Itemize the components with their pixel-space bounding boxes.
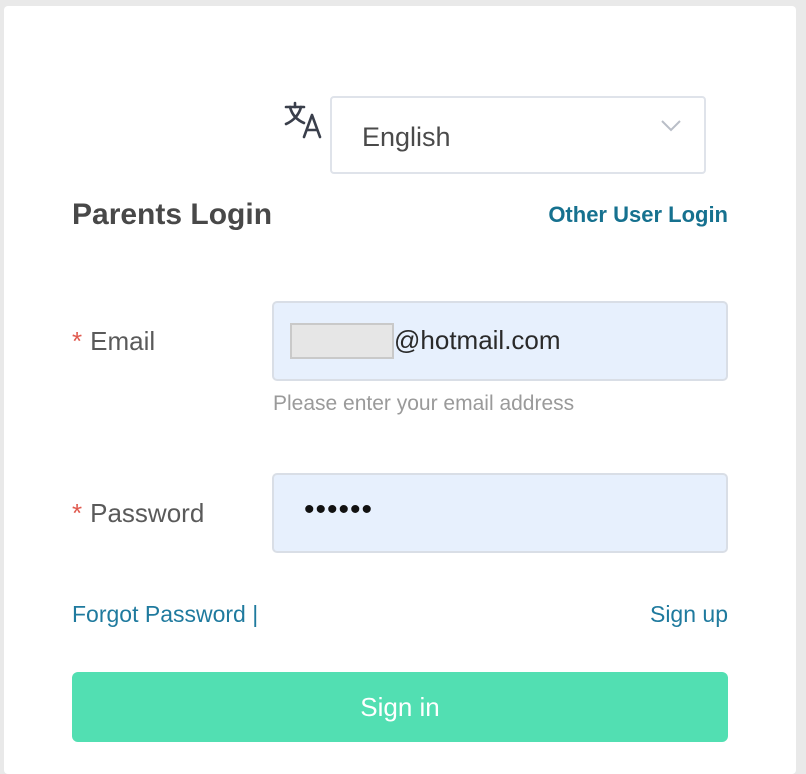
email-label: * Email — [72, 326, 155, 357]
required-mark: * — [72, 326, 83, 356]
redacted-username — [290, 323, 394, 359]
language-value: English — [362, 122, 451, 152]
sign-in-button[interactable]: Sign in — [72, 672, 728, 742]
password-field[interactable]: •••••• — [272, 473, 728, 553]
password-label: * Password — [72, 498, 204, 529]
chevron-down-icon — [661, 120, 681, 132]
translate-icon — [282, 99, 326, 143]
language-select[interactable]: English — [330, 96, 706, 174]
required-mark: * — [72, 498, 83, 528]
page-title: Parents Login — [72, 198, 273, 231]
email-hint: Please enter your email address — [273, 392, 575, 415]
forgot-password-link[interactable]: Forgot Password | — [72, 601, 258, 628]
other-user-login-link[interactable]: Other User Login — [548, 202, 728, 228]
email-label-text: Email — [90, 326, 156, 356]
email-value: @hotmail.com — [394, 325, 561, 355]
password-label-text: Password — [90, 498, 205, 528]
email-field[interactable]: @hotmail.com — [272, 301, 728, 381]
sign-up-link[interactable]: Sign up — [650, 601, 728, 628]
password-masked-value: •••••• — [304, 493, 374, 526]
